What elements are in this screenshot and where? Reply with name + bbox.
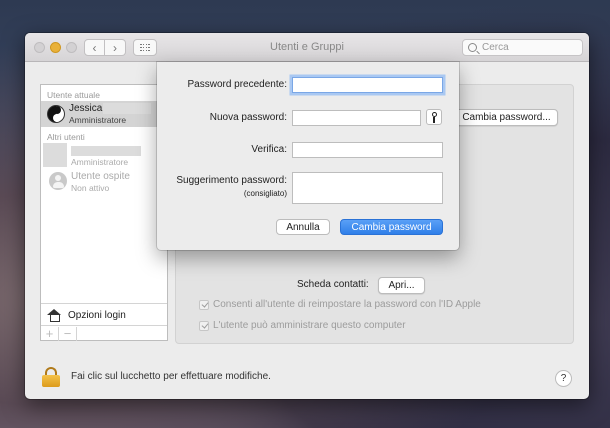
password-hint-field[interactable] — [292, 172, 443, 204]
user-avatar-icon — [47, 105, 65, 123]
house-icon — [47, 308, 62, 322]
allow-admin-checkbox[interactable]: L'utente può amministrare questo compute… — [199, 320, 406, 331]
search-icon — [468, 43, 477, 52]
password-assistant-button[interactable] — [426, 109, 442, 125]
search-field[interactable]: Cerca — [462, 39, 583, 56]
users-sidebar: Utente attuale Jessica Amministratore Al… — [40, 84, 168, 341]
lock-icon[interactable] — [42, 367, 60, 387]
allow-reset-label: Consenti all'utente di reimpostare la pa… — [213, 299, 481, 310]
change-password-sheet: Password precedente: Nuova password: Ver… — [157, 62, 459, 250]
checkbox-checked-icon — [199, 299, 209, 310]
help-button[interactable]: ? — [555, 370, 572, 387]
other-user-role: Amministratore — [71, 157, 129, 167]
old-password-label: Password precedente: — [187, 79, 287, 90]
open-contact-button[interactable]: Apri... — [378, 277, 425, 294]
old-password-field[interactable] — [292, 77, 443, 93]
guest-user-icon — [49, 172, 67, 190]
remove-user-button[interactable]: − — [59, 326, 77, 341]
hint-label: Suggerimento password: — [176, 175, 287, 186]
cancel-button[interactable]: Annulla — [276, 219, 330, 235]
allow-reset-with-apple-id-checkbox[interactable]: Consenti all'utente di reimpostare la pa… — [199, 299, 481, 310]
verify-label: Verifica: — [251, 144, 287, 155]
redacted-name-block — [103, 103, 151, 114]
contact-card-label: Scheda contatti: — [297, 279, 369, 290]
current-user-role: Amministratore — [69, 115, 127, 125]
other-users-header: Altri utenti — [47, 132, 85, 142]
title-bar: ‹ › Utenti e Gruppi Cerca — [25, 33, 589, 62]
lock-message: Fai clic sul lucchetto per effettuare mo… — [71, 371, 271, 382]
add-user-button[interactable]: + — [41, 326, 59, 341]
login-options-item[interactable]: Opzioni login — [41, 303, 167, 326]
new-password-label: Nuova password: — [209, 112, 287, 123]
search-placeholder: Cerca — [482, 42, 509, 53]
redacted-avatar — [43, 143, 67, 167]
allow-admin-label: L'utente può amministrare questo compute… — [213, 320, 406, 331]
current-user-header: Utente attuale — [47, 90, 100, 100]
sidebar-item-current-user[interactable]: Jessica Amministratore — [41, 101, 167, 127]
redacted-name-block — [71, 146, 141, 156]
sidebar-item-other-user[interactable]: Amministratore — [41, 143, 167, 167]
sidebar-footer: + − — [41, 325, 167, 341]
change-password-button[interactable]: Cambia password... — [455, 109, 558, 126]
hint-sublabel: (consigliato) — [243, 189, 287, 198]
checkbox-checked-icon — [199, 320, 209, 331]
guest-user-status: Non attivo — [71, 183, 110, 193]
new-password-field[interactable] — [292, 110, 421, 126]
confirm-change-password-button[interactable]: Cambia password — [340, 219, 443, 235]
verify-password-field[interactable] — [292, 142, 443, 158]
current-user-name: Jessica — [69, 103, 103, 114]
sidebar-item-guest-user[interactable]: Utente ospite Non attivo — [41, 169, 167, 193]
login-options-label: Opzioni login — [68, 309, 126, 321]
key-icon — [431, 112, 437, 123]
guest-user-name: Utente ospite — [71, 171, 130, 182]
